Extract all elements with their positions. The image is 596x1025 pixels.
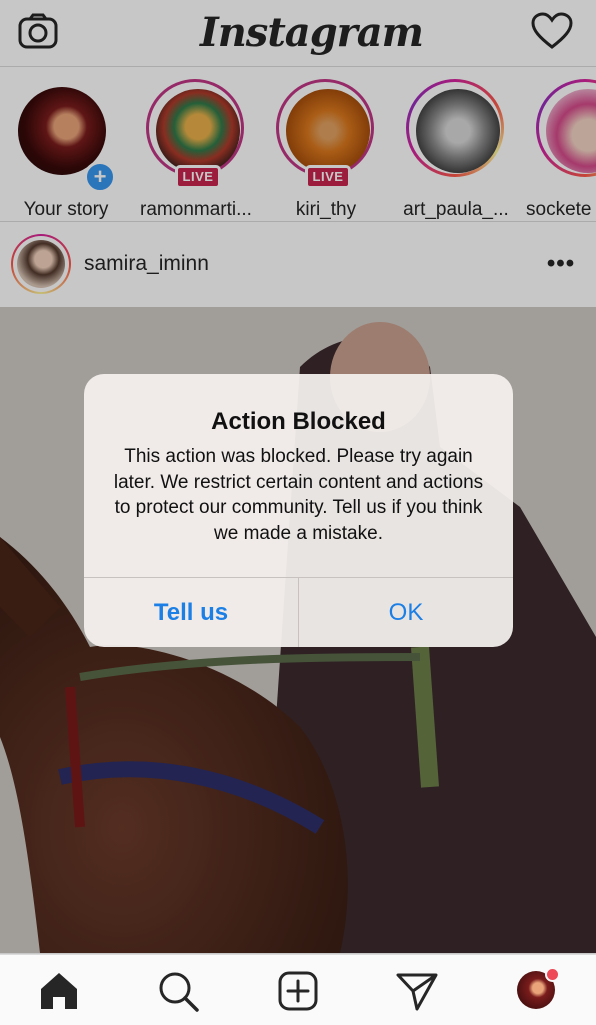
dialog-title: Action Blocked bbox=[211, 408, 386, 435]
notification-dot bbox=[545, 967, 560, 982]
new-post-icon[interactable] bbox=[276, 969, 320, 1013]
direct-icon[interactable] bbox=[395, 969, 439, 1013]
dialog-message: This action was blocked. Please try agai… bbox=[113, 446, 484, 544]
tell-us-button[interactable]: Tell us bbox=[84, 578, 298, 647]
instagram-feed: Instagram + Your story LIVE ramonmarti..… bbox=[0, 0, 596, 1025]
search-icon[interactable] bbox=[156, 969, 200, 1013]
ok-button[interactable]: OK bbox=[299, 578, 513, 647]
home-icon[interactable] bbox=[37, 969, 81, 1013]
action-blocked-dialog: Action Blocked This action was blocked. … bbox=[84, 374, 513, 647]
bottom-tab-bar bbox=[0, 954, 596, 1025]
